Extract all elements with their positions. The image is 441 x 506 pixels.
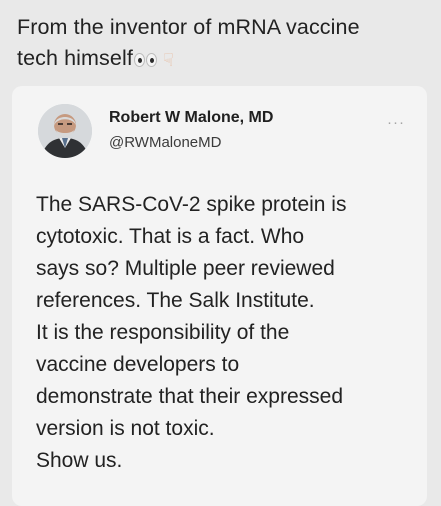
tweet-line: demonstrate that their expressed xyxy=(36,385,344,408)
tweet-line: Show us. xyxy=(36,449,123,472)
tweet-line: references. The Salk Institute. xyxy=(36,289,315,312)
tweet-card[interactable]: Robert W Malone, MD @RWMaloneMD ··· The … xyxy=(12,86,427,506)
tweet-line: says so? Multiple peer reviewed xyxy=(36,257,335,280)
tweet-line: vaccine developers to xyxy=(36,353,240,376)
author-name[interactable]: Robert W Malone, MD xyxy=(109,109,273,127)
post-caption: From the inventor of mRNA vaccine tech h… xyxy=(17,12,427,74)
author-handle[interactable]: @RWMaloneMD xyxy=(109,134,221,151)
caption-line-1: From the inventor of mRNA vaccine xyxy=(17,15,360,39)
tweet-text: The SARS-CoV-2 spike protein is cytotoxi… xyxy=(36,189,416,477)
caption-line-2: tech himself ☟ xyxy=(17,43,427,74)
more-options-icon[interactable]: ··· xyxy=(387,114,405,131)
tweet-line: It is the responsibility of the xyxy=(36,321,290,344)
avatar[interactable] xyxy=(38,104,92,158)
tweet-line: The SARS-CoV-2 spike protein is xyxy=(36,193,347,216)
tweet-line: cytotoxic. That is a fact. Who xyxy=(36,225,305,248)
eyes-emoji-icon xyxy=(133,53,157,67)
caption-line-2-text: tech himself xyxy=(17,46,133,70)
pointing-down-emoji-icon: ☟ xyxy=(162,50,174,70)
tweet-line: version is not toxic. xyxy=(36,417,215,440)
